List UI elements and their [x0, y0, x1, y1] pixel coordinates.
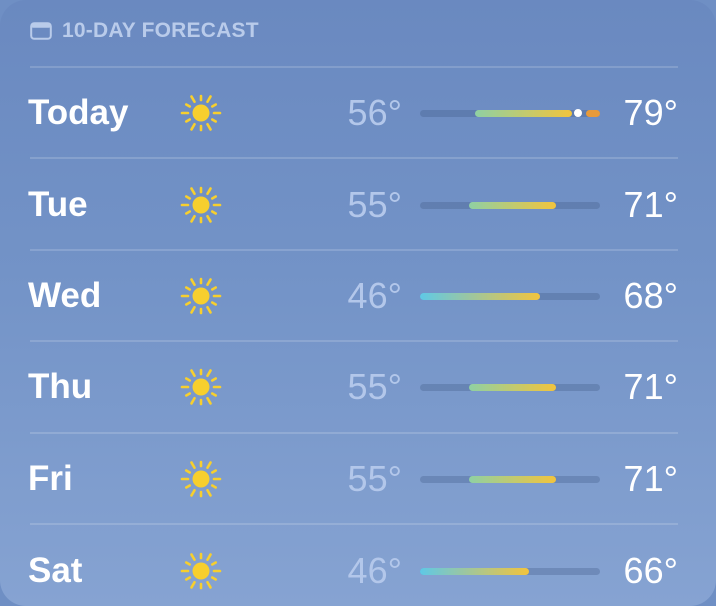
temperature-range-fill	[420, 567, 530, 575]
sun-icon	[180, 94, 222, 132]
temperature-range-bar	[420, 109, 600, 117]
day-label: Thu	[28, 367, 93, 406]
low-temp: 46°	[347, 275, 402, 316]
forecast-header: 10-DAY FORECAST	[30, 16, 259, 46]
low-temp: 55°	[347, 184, 402, 225]
sun-icon	[180, 368, 222, 406]
temperature-range-fill	[469, 201, 557, 209]
low-temp: 46°	[347, 550, 402, 591]
temperature-range-bar	[420, 475, 600, 483]
forecast-row-sat[interactable]: Sat 46° 66°	[0, 525, 716, 606]
high-temp: 71°	[623, 458, 678, 499]
high-temp: 71°	[623, 366, 678, 407]
current-temp-marker	[574, 109, 583, 117]
sun-icon	[180, 277, 222, 315]
temperature-range-bar	[420, 383, 600, 391]
temperature-range-fill	[474, 109, 573, 117]
sun-icon	[180, 552, 222, 590]
temperature-range-tail	[586, 109, 600, 117]
forecast-row-tue[interactable]: Tue 55° 71°	[0, 159, 716, 251]
low-temp: 55°	[347, 458, 402, 499]
temperature-range-bar	[420, 201, 600, 209]
day-label: Fri	[28, 459, 73, 498]
forecast-row-thu[interactable]: Thu 55° 71°	[0, 341, 716, 433]
temperature-range-bar	[420, 567, 600, 575]
forecast-title: 10-DAY FORECAST	[62, 19, 259, 42]
day-label: Tue	[28, 185, 88, 224]
day-label: Today	[28, 93, 129, 132]
forecast-row-fri[interactable]: Fri 55° 71°	[0, 433, 716, 525]
low-temp: 55°	[347, 366, 402, 407]
temperature-range-fill	[469, 475, 557, 483]
high-temp: 71°	[623, 184, 678, 225]
high-temp: 68°	[623, 275, 678, 316]
day-label: Sat	[28, 551, 83, 590]
sun-icon	[180, 460, 222, 498]
forecast-card: 10-DAY FORECAST Today 56° 79° Tue 55° 71…	[0, 0, 716, 606]
temperature-range-bar	[420, 292, 600, 300]
calendar-icon	[30, 22, 52, 40]
high-temp: 66°	[623, 550, 678, 591]
temperature-range-fill	[420, 292, 540, 300]
forecast-row-wed[interactable]: Wed 46° 68°	[0, 250, 716, 342]
temperature-range-fill	[469, 383, 557, 391]
sun-icon	[180, 186, 222, 224]
high-temp: 79°	[623, 92, 678, 133]
low-temp: 56°	[347, 92, 402, 133]
day-label: Wed	[28, 276, 102, 315]
forecast-row-today[interactable]: Today 56° 79°	[0, 67, 716, 159]
